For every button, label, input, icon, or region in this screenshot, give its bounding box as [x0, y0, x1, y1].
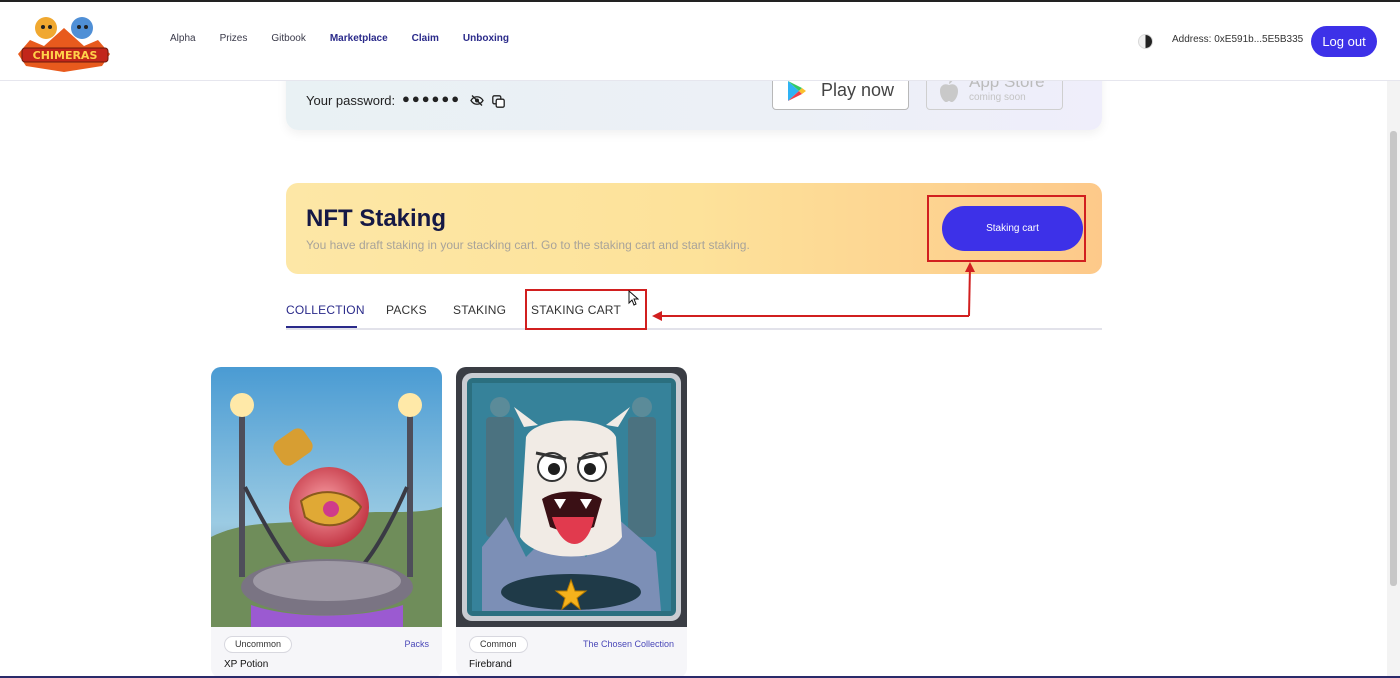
firebrand-image — [456, 367, 687, 627]
scrollbar-thumb[interactable] — [1390, 131, 1397, 586]
nav-prizes[interactable]: Prizes — [220, 32, 248, 46]
hide-password-icon[interactable] — [470, 95, 484, 106]
collection-link[interactable]: The Chosen Collection — [583, 639, 674, 649]
rarity-badge: Uncommon — [224, 636, 293, 653]
chimeras-logo[interactable]: CHIMERAS — [10, 10, 118, 74]
tab-packs[interactable]: PACKS — [386, 303, 427, 317]
main-nav: Alpha Prizes Gitbook Marketplace Claim U… — [170, 32, 533, 46]
wallet-address: Address: 0xE591b...5E5B335 — [1172, 34, 1304, 45]
nav-alpha[interactable]: Alpha — [170, 32, 196, 46]
mouse-cursor-icon — [628, 290, 639, 306]
tab-collection[interactable]: COLLECTION — [286, 303, 365, 317]
logo-text: CHIMERAS — [33, 49, 98, 62]
password-label: Your password: — [306, 93, 396, 108]
play-now-label: Play now — [821, 80, 895, 100]
xp-potion-image — [211, 367, 442, 627]
google-play-icon — [788, 81, 806, 101]
page-scrollbar[interactable] — [1387, 81, 1400, 678]
card-name: XP Potion — [224, 659, 269, 670]
nav-claim[interactable]: Claim — [412, 32, 439, 46]
nav-gitbook[interactable]: Gitbook — [271, 32, 305, 46]
app-store-subtitle: coming soon — [969, 92, 1026, 103]
collection-link[interactable]: Packs — [404, 639, 429, 649]
active-tab-indicator — [286, 326, 357, 328]
top-navbar: CHIMERAS Alpha Prizes Gitbook Marketplac… — [0, 0, 1400, 81]
staking-subtitle: You have draft staking in your stacking … — [306, 238, 750, 252]
password-value: ●●●●●● — [402, 91, 462, 106]
tab-staking[interactable]: STAKING — [453, 303, 506, 317]
nav-unboxing[interactable]: Unboxing — [463, 32, 509, 46]
card-name: Firebrand — [469, 659, 512, 670]
logout-button[interactable]: Log out — [1311, 26, 1377, 57]
collection-tabs: COLLECTION PACKS STAKING STAKING CART — [286, 300, 1102, 330]
nav-marketplace[interactable]: Marketplace — [330, 32, 388, 46]
annotation-box-staking-cart-button — [927, 195, 1086, 262]
staking-title: NFT Staking — [306, 205, 447, 232]
nft-card[interactable]: Common The Chosen Collection Firebrand — [456, 367, 687, 678]
theme-toggle-icon[interactable] — [1138, 34, 1153, 49]
nft-card[interactable]: Uncommon Packs XP Potion — [211, 367, 442, 678]
rarity-badge: Common — [469, 636, 528, 653]
copy-icon[interactable] — [492, 95, 505, 108]
